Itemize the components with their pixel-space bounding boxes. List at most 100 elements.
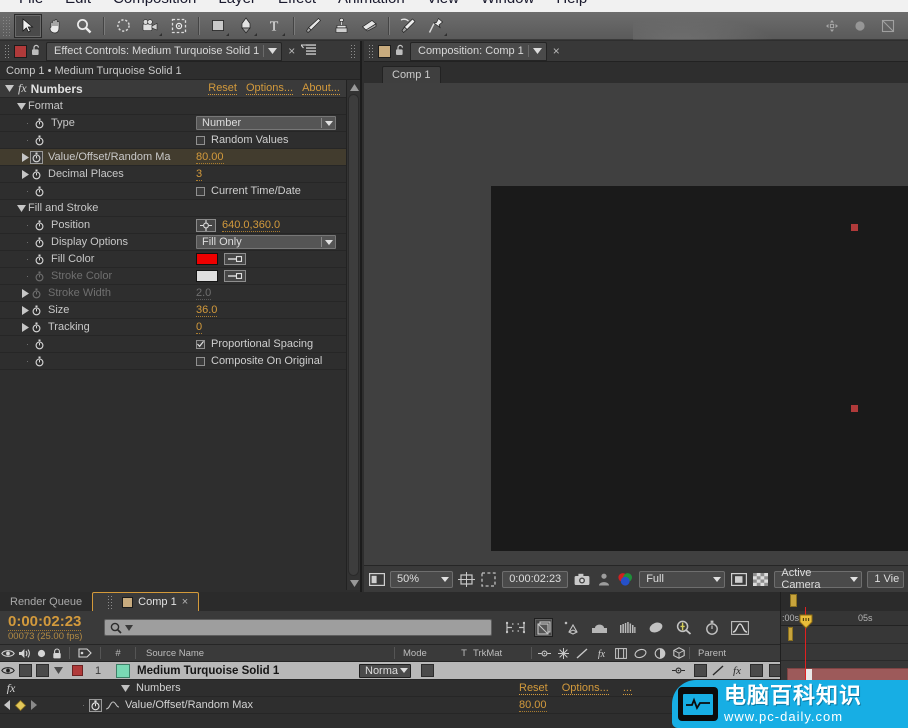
- timeline-timecode-block[interactable]: 0:00:02:23 00073 (25.00 fps): [0, 613, 104, 642]
- timeline-search-field[interactable]: [136, 621, 491, 634]
- scroll-down-icon[interactable]: [347, 576, 360, 590]
- property-value-wrap[interactable]: 80.00: [196, 151, 224, 164]
- layer-effects-switch[interactable]: fx: [727, 665, 747, 676]
- draft-3d-icon[interactable]: [534, 618, 553, 637]
- property-dropdown[interactable]: Fill Only: [196, 235, 336, 249]
- timeline-current-time[interactable]: 0:00:02:23: [8, 613, 82, 631]
- property-row-position[interactable]: · Position 640.0,360.0: [0, 217, 348, 234]
- menu-item-layer[interactable]: Layer: [207, 0, 267, 12]
- menu-item-effect[interactable]: Effect: [267, 0, 327, 12]
- tab-effect-controls[interactable]: Effect Controls: Medium Turquoise Solid …: [46, 41, 283, 61]
- label-color-icon[interactable]: [74, 648, 96, 658]
- property-dropdown[interactable]: Number: [196, 116, 336, 130]
- composition-viewer[interactable]: 80.000: [364, 83, 908, 565]
- property-value[interactable]: 3: [196, 168, 203, 181]
- tab-comp1-timeline[interactable]: Comp 1 ×: [92, 592, 200, 611]
- layer-frameblend-switch[interactable]: [747, 664, 766, 677]
- property-value[interactable]: 80.00: [196, 151, 224, 164]
- property-row-fill-color[interactable]: · Fill Color: [0, 251, 348, 268]
- menu-item-file[interactable]: File: [8, 0, 54, 12]
- region-of-interest-toggle-icon[interactable]: [730, 571, 747, 588]
- property-row-value-offset-random-ma[interactable]: Value/Offset/Random Ma 80.00: [0, 149, 348, 166]
- property-checkbox[interactable]: Random Values: [196, 134, 288, 146]
- effect-options-button[interactable]: Options...: [246, 82, 294, 95]
- timeline-effect-name[interactable]: Numbers: [130, 682, 181, 694]
- stopwatch-icon[interactable]: [30, 150, 43, 164]
- graph-editor-lumi-icon[interactable]: [674, 618, 693, 637]
- effect-controls-scrollbar[interactable]: [346, 80, 360, 590]
- close-icon[interactable]: ×: [288, 44, 295, 58]
- effect-header-row[interactable]: fx Numbers Reset Options... About...: [0, 80, 348, 98]
- property-row-display-options[interactable]: · Display Options Fill Only: [0, 234, 348, 251]
- property-row-tracking[interactable]: Tracking 0: [0, 319, 348, 336]
- layer-trkmat-cell[interactable]: [415, 664, 439, 677]
- table-row[interactable]: 1 Medium Turquoise Solid 1 Norma fx: [0, 662, 908, 680]
- roto-brush-tool[interactable]: [394, 14, 422, 38]
- stopwatch-icon[interactable]: [33, 117, 46, 130]
- stopwatch-icon[interactable]: [30, 287, 43, 300]
- stopwatch-icon[interactable]: [33, 253, 46, 266]
- keyframe-navigator[interactable]: [0, 699, 60, 711]
- comp-close-icon[interactable]: ×: [553, 44, 560, 58]
- effect-about-button[interactable]: About...: [302, 82, 340, 95]
- property-row-stroke-color[interactable]: · Stroke Color: [0, 268, 348, 285]
- enable-motion-blur-icon[interactable]: [618, 618, 637, 637]
- property-twirl-icon[interactable]: [20, 322, 30, 332]
- eyedropper-icon[interactable]: [224, 270, 246, 282]
- property-twirl-icon[interactable]: [20, 152, 30, 162]
- property-row-random-values[interactable]: · Random Values: [0, 132, 348, 149]
- timeline-effect-options[interactable]: Options...: [561, 682, 609, 695]
- stopwatch-icon[interactable]: [33, 270, 46, 283]
- tab-dropdown-arrow[interactable]: [263, 45, 278, 57]
- property-value-wrap[interactable]: 3: [196, 168, 203, 181]
- tab-composition[interactable]: Composition: Comp 1: [410, 41, 547, 61]
- property-value-wrap[interactable]: 36.0: [196, 304, 218, 317]
- tab-render-queue[interactable]: Render Queue: [0, 592, 92, 611]
- column-parent[interactable]: Parent: [694, 648, 726, 659]
- show-snapshot-icon[interactable]: [595, 571, 612, 588]
- column-mode[interactable]: Mode: [399, 648, 455, 659]
- solo-icon[interactable]: [34, 649, 49, 658]
- stopwatch-icon[interactable]: [30, 304, 43, 317]
- type-tool[interactable]: T: [260, 14, 288, 38]
- video-eye-icon[interactable]: [0, 649, 16, 658]
- stopwatch-icon[interactable]: [33, 236, 46, 249]
- stopwatch-icon[interactable]: [30, 321, 43, 334]
- column-t[interactable]: T: [455, 648, 473, 659]
- scroll-track[interactable]: [348, 94, 359, 576]
- menu-item-edit[interactable]: Edit: [54, 0, 102, 12]
- property-point[interactable]: 640.0,360.0: [196, 218, 281, 232]
- checkbox-box[interactable]: [196, 339, 205, 349]
- panel-grip-right[interactable]: [350, 44, 356, 58]
- layer-name[interactable]: Medium Turquoise Solid 1: [137, 665, 359, 677]
- checkbox-box[interactable]: [196, 356, 205, 366]
- layer-blend-mode-dropdown[interactable]: Norma: [359, 663, 415, 678]
- panel-grip[interactable]: [4, 44, 10, 58]
- rotation-tool[interactable]: [109, 14, 137, 38]
- layer-video-toggle[interactable]: [0, 666, 16, 675]
- stopwatch-icon[interactable]: [33, 185, 46, 198]
- camera-tool[interactable]: [137, 14, 165, 38]
- comp1-tab-close-icon[interactable]: ×: [182, 596, 188, 608]
- camera-view-dropdown[interactable]: Active Camera: [774, 567, 863, 591]
- work-area-start-handle[interactable]: [790, 594, 797, 607]
- menu-item-window[interactable]: Window: [470, 0, 545, 12]
- comp-panel-grip[interactable]: [368, 44, 374, 58]
- column-source-name[interactable]: Source Name: [140, 648, 390, 659]
- hide-shy-layers-icon[interactable]: [562, 618, 581, 637]
- position-crosshair-icon[interactable]: [196, 218, 216, 232]
- layer-handle-ml[interactable]: [851, 405, 858, 412]
- property-checkbox[interactable]: Proportional Spacing: [196, 338, 313, 350]
- eraser-tool[interactable]: [355, 14, 383, 38]
- column-trkmat[interactable]: TrkMat: [473, 648, 527, 659]
- toggle-viewer-layout-icon[interactable]: [368, 571, 385, 588]
- group-twirl-icon[interactable]: [16, 101, 26, 111]
- menu-item-composition[interactable]: Composition: [102, 0, 207, 12]
- channels-rgb-icon[interactable]: [617, 571, 634, 588]
- stopwatch-icon[interactable]: [33, 219, 46, 232]
- stopwatch-toggle-icon[interactable]: [702, 618, 721, 637]
- layer-audio-toggle[interactable]: [16, 664, 34, 677]
- pen-tool[interactable]: [232, 14, 260, 38]
- layer-collapse-switch[interactable]: [691, 664, 709, 677]
- menu-item-animation[interactable]: Animation: [327, 0, 416, 12]
